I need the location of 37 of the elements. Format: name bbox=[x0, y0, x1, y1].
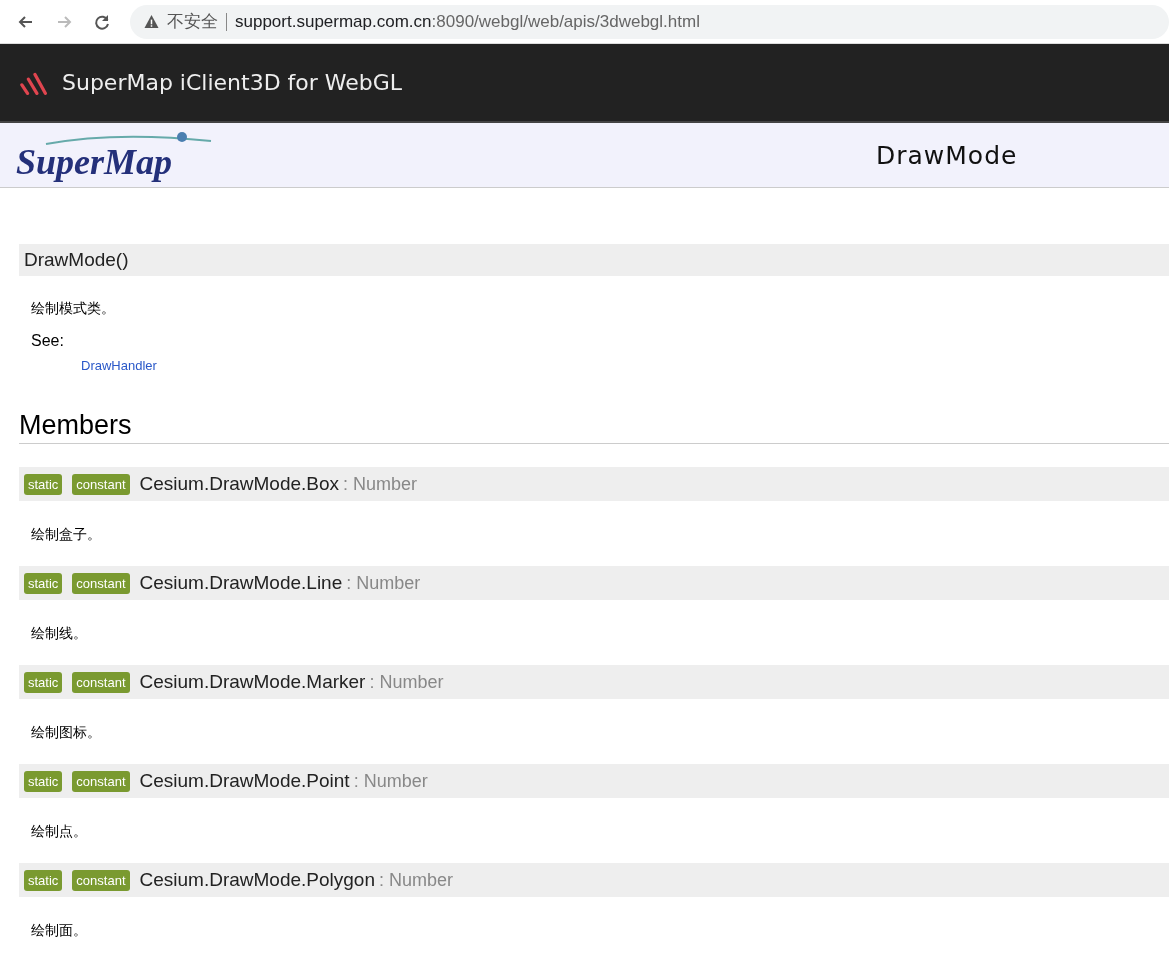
constructor-signature: DrawMode() bbox=[24, 249, 129, 271]
tag-label: constant bbox=[72, 671, 130, 693]
members-heading: Members bbox=[19, 410, 1169, 444]
page-title: DrawMode bbox=[876, 140, 1018, 170]
tag-label: constant bbox=[72, 869, 130, 891]
member-name: Cesium.DrawMode.Point bbox=[139, 770, 350, 792]
see-link[interactable]: DrawHandler bbox=[81, 358, 157, 373]
header-title: SuperMap iClient3D for WebGL bbox=[62, 70, 403, 95]
member-description: 绘制点。 bbox=[31, 823, 88, 840]
member-description: 绘制盒子。 bbox=[31, 526, 102, 543]
member-description: 绘制面。 bbox=[31, 922, 88, 939]
logo-icon bbox=[20, 70, 50, 95]
tag-label: constant bbox=[72, 473, 130, 495]
tag-label: static bbox=[24, 671, 63, 693]
tag-label: constant bbox=[72, 770, 130, 792]
member-type: : Number bbox=[343, 473, 418, 495]
member-type: : Number bbox=[346, 572, 421, 594]
member-name: Cesium.DrawMode.Line bbox=[139, 572, 343, 594]
member-type: : Number bbox=[379, 869, 454, 891]
member-type: : Number bbox=[369, 671, 444, 693]
member-name: Cesium.DrawMode.Marker bbox=[139, 671, 366, 693]
url-text: support.supermap.com.cn:8090/webgl/web/apis/3dwebgl.html bbox=[235, 11, 700, 32]
description: 绘制模式类。 bbox=[31, 300, 116, 318]
member-description: 绘制图标。 bbox=[31, 724, 102, 741]
tag-label: constant bbox=[72, 572, 130, 594]
tag-label: static bbox=[24, 869, 63, 891]
warning-icon bbox=[144, 14, 159, 29]
tag-label: static bbox=[24, 572, 63, 594]
tag-label: static bbox=[24, 473, 63, 495]
tag-label: static bbox=[24, 770, 63, 792]
security-label: 不安全 bbox=[167, 11, 218, 33]
member-name: Cesium.DrawMode.Polygon bbox=[139, 869, 375, 891]
member-description: 绘制线。 bbox=[31, 625, 88, 642]
member-type: : Number bbox=[353, 770, 428, 792]
address-bar[interactable]: 不安全 support.supermap.com.cn:8090/webgl/web/apis/3dwebgl.html bbox=[130, 4, 1169, 39]
member-name: Cesium.DrawMode.Box bbox=[139, 473, 340, 495]
see-label: See: bbox=[31, 332, 65, 350]
